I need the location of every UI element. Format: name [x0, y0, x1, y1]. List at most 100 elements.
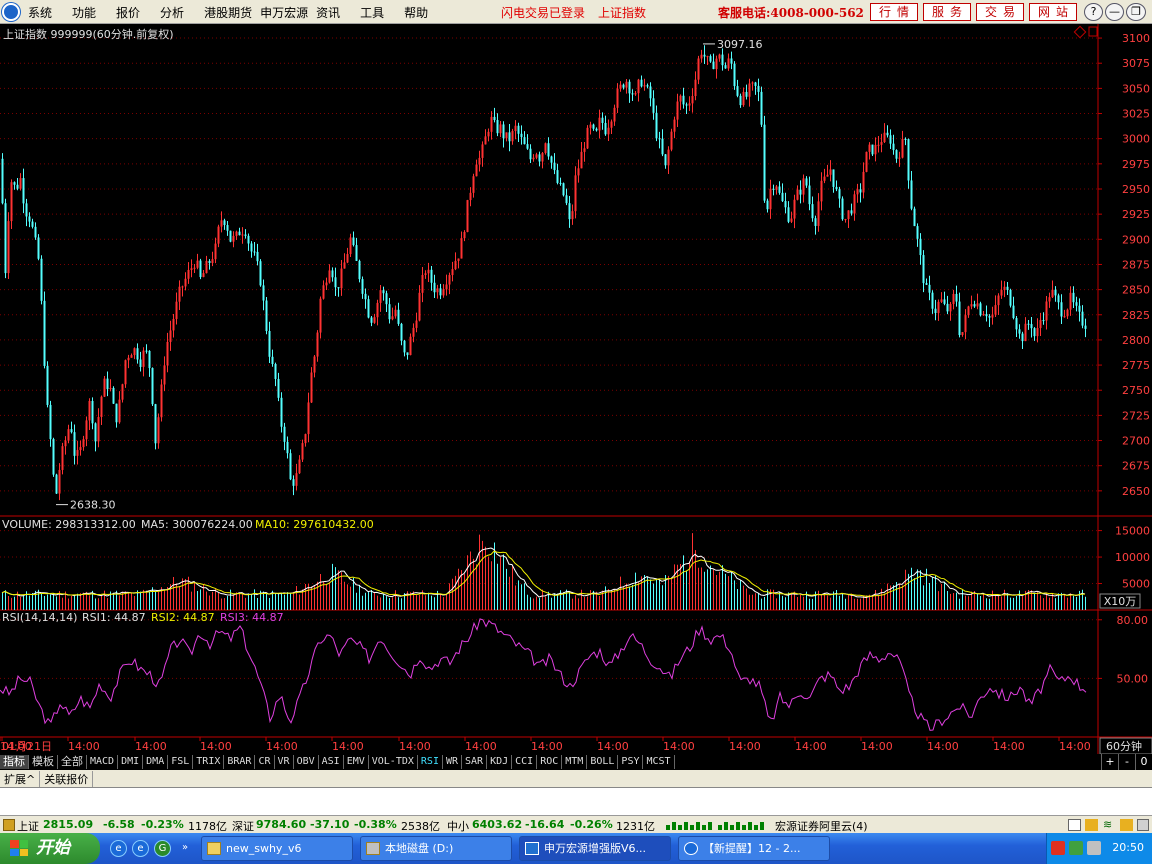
menu-item-7[interactable]: 工具 [360, 4, 384, 21]
candle-body [724, 65, 727, 69]
menu-item-4[interactable]: 港股期货 [204, 4, 252, 21]
indicator-tab-sar[interactable]: SAR [462, 755, 488, 769]
indicator-tab-cr[interactable]: CR [255, 755, 275, 769]
broadcast-icon[interactable] [1120, 819, 1133, 831]
remove-panel-button[interactable]: - [1118, 754, 1135, 770]
rsi-label: RSI(14,14,14) [2, 611, 78, 624]
indicator-tab-macd[interactable]: MACD [87, 755, 119, 769]
current-index-label[interactable]: 上证指数 [598, 4, 646, 21]
candle-body [616, 88, 619, 108]
indicator-tab-psy[interactable]: PSY [618, 755, 644, 769]
candle-body [349, 237, 352, 255]
menu-item-0[interactable]: 系统 [28, 4, 52, 21]
trade-login-status[interactable]: 闪电交易已登录 [501, 4, 585, 21]
tray-icon-volume[interactable] [1087, 841, 1101, 855]
indicator-tab-dma[interactable]: DMA [143, 755, 169, 769]
menu-item-8[interactable]: 帮助 [404, 4, 428, 21]
window-icon[interactable] [1068, 819, 1081, 831]
tab-extras: + - 0 [1101, 754, 1152, 770]
task-browser[interactable]: 【新提醒】12 - 2... [678, 836, 830, 861]
extension-tab[interactable]: 扩展^ [0, 770, 41, 787]
task-trading-app[interactable]: 申万宏源增强版V6... [519, 836, 671, 861]
indicator-tab-emv[interactable]: EMV [344, 755, 369, 769]
tray-icon-network[interactable] [1069, 841, 1083, 855]
candle-body [898, 157, 901, 159]
sh-index-name[interactable]: 上证 [17, 818, 39, 834]
indicator-tab-指标[interactable]: 指标 [0, 755, 29, 769]
tray-icon-red[interactable] [1051, 841, 1065, 855]
indicator-tab-dmi[interactable]: DMI [118, 755, 144, 769]
indicator-tab-kdj[interactable]: KDJ [487, 755, 513, 769]
low-price-label: 2638.30 [70, 499, 116, 512]
indicator-tab-fsl[interactable]: FSL [168, 755, 194, 769]
candle-body [937, 301, 940, 314]
indicator-tab-asi[interactable]: ASI [319, 755, 344, 769]
quotes-button[interactable]: 行情 [870, 3, 918, 21]
sz-index-amount: 2538亿 [401, 820, 440, 833]
website-button[interactable]: 网站 [1029, 3, 1077, 21]
server-name[interactable]: 宏源证券阿里云(4) [775, 818, 868, 834]
menu-item-1[interactable]: 功能 [72, 4, 96, 21]
indicator-tab-vr[interactable]: VR [275, 755, 294, 769]
menu-item-2[interactable]: 报价 [116, 4, 140, 21]
indicator-tab-cci[interactable]: CCI [512, 755, 538, 769]
indicator-tab-boll[interactable]: BOLL [587, 755, 619, 769]
candle-body [133, 348, 136, 356]
candle-body [139, 359, 142, 367]
add-panel-button[interactable]: + [1101, 754, 1118, 770]
price-tick-label: 2900 [1122, 233, 1150, 246]
candle-body [502, 124, 505, 139]
chart-svg[interactable]: 3100 3075 3050 3025 3000 2975 2950 2925 2900 2875… [0, 24, 1152, 754]
menu-item-5[interactable]: 申万宏源 [260, 4, 308, 21]
ie-icon[interactable]: e [110, 840, 127, 857]
related-quotes-tab[interactable]: 关联报价 [40, 770, 94, 787]
indicator-tab-wr[interactable]: WR [443, 755, 463, 769]
menu-item-3[interactable]: 分析 [160, 4, 184, 21]
candle-body [19, 178, 22, 189]
ie-alt-icon[interactable]: e [132, 840, 149, 857]
menu-item-6[interactable]: 资讯 [316, 4, 340, 21]
price-tick-label: 3075 [1122, 57, 1150, 70]
indicator-tab-brar[interactable]: BRAR [224, 755, 256, 769]
app-logo-icon[interactable] [2, 3, 20, 21]
restore-icon[interactable]: ❐ [1126, 3, 1146, 21]
expand-quicklaunch-icon[interactable]: » [180, 840, 190, 857]
service-button[interactable]: 服务 [923, 3, 971, 21]
indicator-tab-全部[interactable]: 全部 [58, 755, 87, 769]
indicator-tab-vol-tdx[interactable]: VOL-TDX [369, 755, 418, 769]
candle-body [193, 267, 196, 269]
minimize-icon[interactable]: — [1105, 3, 1124, 21]
bell-icon[interactable] [1085, 819, 1098, 831]
candle-body [526, 144, 529, 149]
wifi-icon[interactable]: ≋ [1103, 818, 1116, 831]
task-folder[interactable]: new_swhy_v6 [201, 836, 353, 861]
candle-body [844, 219, 847, 221]
help-icon[interactable]: ? [1084, 3, 1103, 21]
candle-body [577, 168, 580, 176]
time-label: 14:00 [531, 740, 563, 753]
task-disk[interactable]: 本地磁盘 (D:) [360, 836, 512, 861]
indicator-tab-roc[interactable]: ROC [537, 755, 563, 769]
chart-area[interactable]: 3100 3075 3050 3025 3000 2975 2950 2925 2900 2875… [0, 24, 1152, 754]
browser-icon[interactable]: G [154, 840, 171, 857]
candle-body [589, 124, 592, 128]
indicator-tab-mcst[interactable]: MCST [643, 755, 675, 769]
candle-body [406, 352, 409, 356]
indicator-tab-obv[interactable]: OBV [294, 755, 319, 769]
start-button[interactable]: 开始 [0, 833, 100, 864]
signal-strength-icon [666, 822, 764, 830]
candle-body [1012, 305, 1015, 319]
candle-body [853, 194, 856, 214]
indicator-tab-模板[interactable]: 模板 [29, 755, 58, 769]
sz-index-name[interactable]: 深证 [232, 818, 254, 834]
reset-panel-button[interactable]: 0 [1135, 754, 1152, 770]
zx-index-name[interactable]: 中小 [447, 818, 469, 834]
indicator-tab-rsi[interactable]: RSI [418, 755, 443, 769]
lock-icon[interactable] [3, 819, 15, 831]
candle-body [121, 384, 124, 400]
lock-screen-icon[interactable] [1137, 819, 1149, 831]
indicator-tab-trix[interactable]: TRIX [193, 755, 225, 769]
time-label: 14:00 [399, 740, 431, 753]
trade-button[interactable]: 交易 [976, 3, 1024, 21]
indicator-tab-mtm[interactable]: MTM [562, 755, 588, 769]
